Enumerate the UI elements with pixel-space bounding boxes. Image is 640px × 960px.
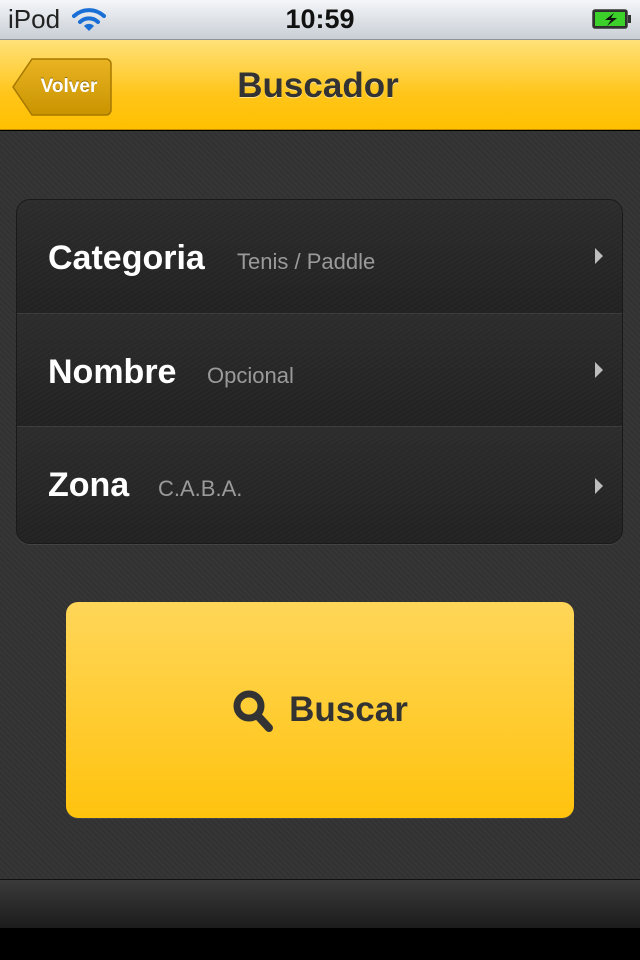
battery-charging-icon <box>592 9 631 29</box>
zone-label: Zona <box>48 466 130 504</box>
back-button-label: Volver <box>40 76 98 97</box>
chevron-right-icon <box>595 478 603 494</box>
search-icon <box>233 690 274 732</box>
status-time: 10:59 <box>285 4 355 34</box>
zone-value: C.A.B.A. <box>158 476 243 501</box>
search-button-content: Buscar <box>66 602 574 818</box>
name-row[interactable]: Nombre Opcional <box>17 313 622 426</box>
main-content: Categoria Tenis / Paddle Nombre Opcional… <box>0 131 640 879</box>
chevron-right-icon <box>595 362 603 378</box>
search-button-label: Buscar <box>289 690 408 729</box>
chevron-right-icon <box>595 248 603 264</box>
navigation-bar: Buscador Volver <box>0 40 640 130</box>
status-bar: iPod 10:59 <box>0 0 640 40</box>
name-value: Opcional <box>207 363 294 388</box>
zone-row[interactable]: Zona C.A.B.A. <box>17 426 622 543</box>
bottom-toolbar <box>0 879 640 928</box>
back-button[interactable]: Volver <box>12 58 112 116</box>
category-value: Tenis / Paddle <box>237 249 376 274</box>
category-label: Categoria <box>48 239 205 277</box>
bottom-edge <box>0 928 640 960</box>
category-row[interactable]: Categoria Tenis / Paddle <box>17 200 622 313</box>
search-button[interactable]: Buscar <box>66 602 574 818</box>
search-form-group: Categoria Tenis / Paddle Nombre Opcional… <box>16 199 623 544</box>
name-label: Nombre <box>48 353 177 391</box>
